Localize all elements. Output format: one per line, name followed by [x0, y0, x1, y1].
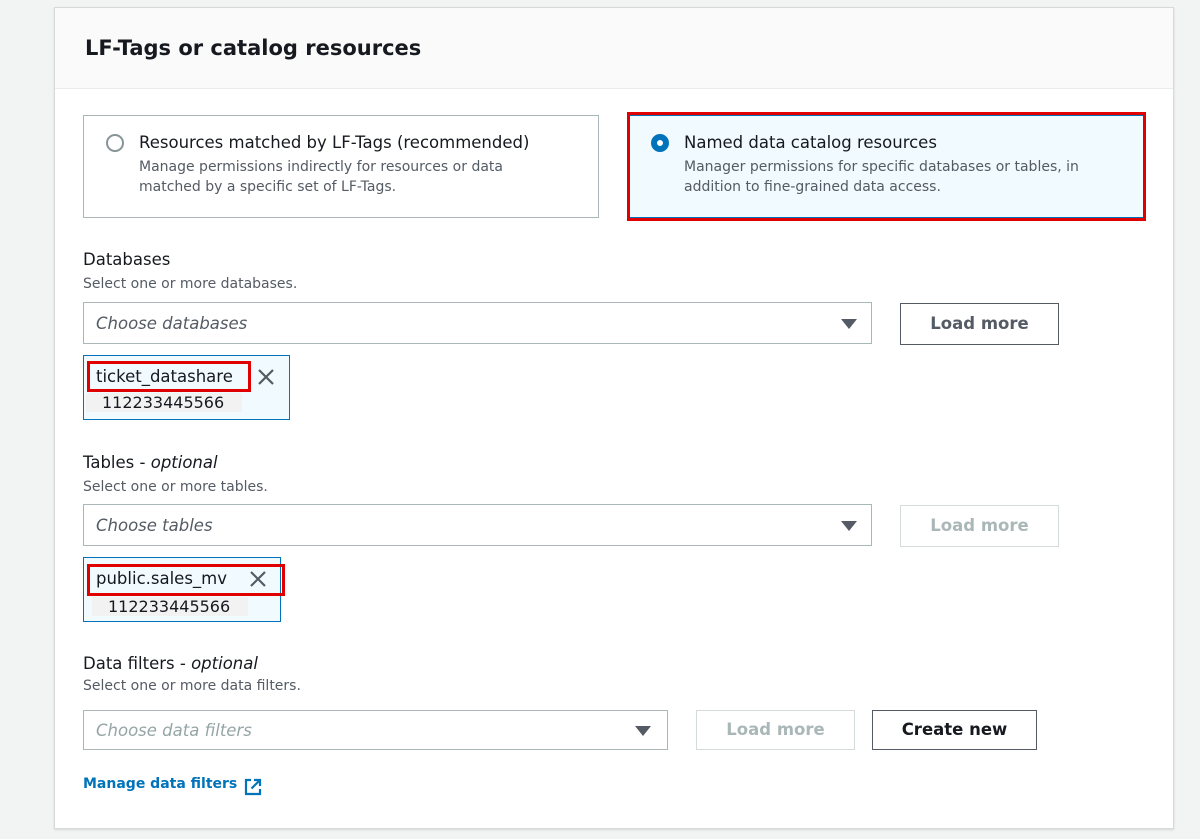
- radio-named-resources[interactable]: [651, 134, 669, 152]
- database-token-name: ticket_datashare: [96, 367, 233, 386]
- close-icon[interactable]: [256, 367, 276, 387]
- caret-down-icon: [635, 726, 651, 736]
- databases-label: Databases: [83, 250, 171, 269]
- table-token-account: 112233445566: [92, 597, 249, 616]
- database-token: ticket_datashare 112233445566: [83, 355, 290, 420]
- tables-description: Select one or more tables.: [83, 479, 268, 495]
- data-filters-label-text: Data filters: [83, 654, 175, 673]
- table-token-name: public.sales_mv: [96, 569, 228, 588]
- database-token-account: 112233445566: [86, 393, 243, 412]
- data-filters-select[interactable]: Choose data filters: [83, 710, 668, 750]
- optional-tag: optional: [150, 453, 218, 472]
- caret-down-icon: [841, 319, 857, 329]
- panel-title: LF-Tags or catalog resources: [85, 36, 422, 60]
- option-description: Manage permissions indirectly for resour…: [139, 159, 503, 175]
- tables-load-more-button[interactable]: Load more: [900, 505, 1059, 547]
- databases-load-more-button[interactable]: Load more: [900, 303, 1059, 345]
- data-filters-description: Select one or more data filters.: [83, 678, 301, 694]
- tables-label-text: Tables: [83, 453, 135, 472]
- manage-data-filters-link[interactable]: Manage data filters: [83, 776, 237, 792]
- panel-header: LF-Tags or catalog resources: [55, 8, 1173, 89]
- tables-placeholder: Choose tables: [96, 516, 213, 535]
- external-link-icon[interactable]: [243, 777, 263, 797]
- databases-select[interactable]: Choose databases: [83, 302, 872, 344]
- option-description: addition to fine-grained data access.: [684, 179, 941, 195]
- option-description: matched by a specific set of LF-Tags.: [139, 179, 397, 195]
- data-filters-placeholder: Choose data filters: [96, 721, 252, 740]
- radio-lf-tags[interactable]: [106, 134, 124, 152]
- option-title: Resources matched by LF-Tags (recommende…: [139, 133, 530, 152]
- databases-placeholder: Choose databases: [96, 314, 248, 333]
- option-tile-lf-tags[interactable]: Resources matched by LF-Tags (recommende…: [83, 115, 599, 218]
- close-icon[interactable]: [248, 569, 268, 589]
- table-token: public.sales_mv 112233445566: [83, 557, 281, 622]
- caret-down-icon: [841, 521, 857, 531]
- optional-tag: optional: [191, 654, 258, 673]
- databases-description: Select one or more databases.: [83, 276, 298, 292]
- option-tile-named-resources[interactable]: Named data catalog resources Manager per…: [629, 115, 1144, 218]
- option-description: Manager permissions for specific databas…: [684, 159, 1079, 175]
- create-new-filter-button[interactable]: Create new: [872, 710, 1037, 750]
- option-title: Named data catalog resources: [684, 133, 937, 152]
- data-filters-label: Data filters - optional: [83, 654, 258, 673]
- data-filters-load-more-button[interactable]: Load more: [696, 710, 855, 750]
- tables-label: Tables - optional: [83, 453, 218, 472]
- tables-select[interactable]: Choose tables: [83, 504, 872, 546]
